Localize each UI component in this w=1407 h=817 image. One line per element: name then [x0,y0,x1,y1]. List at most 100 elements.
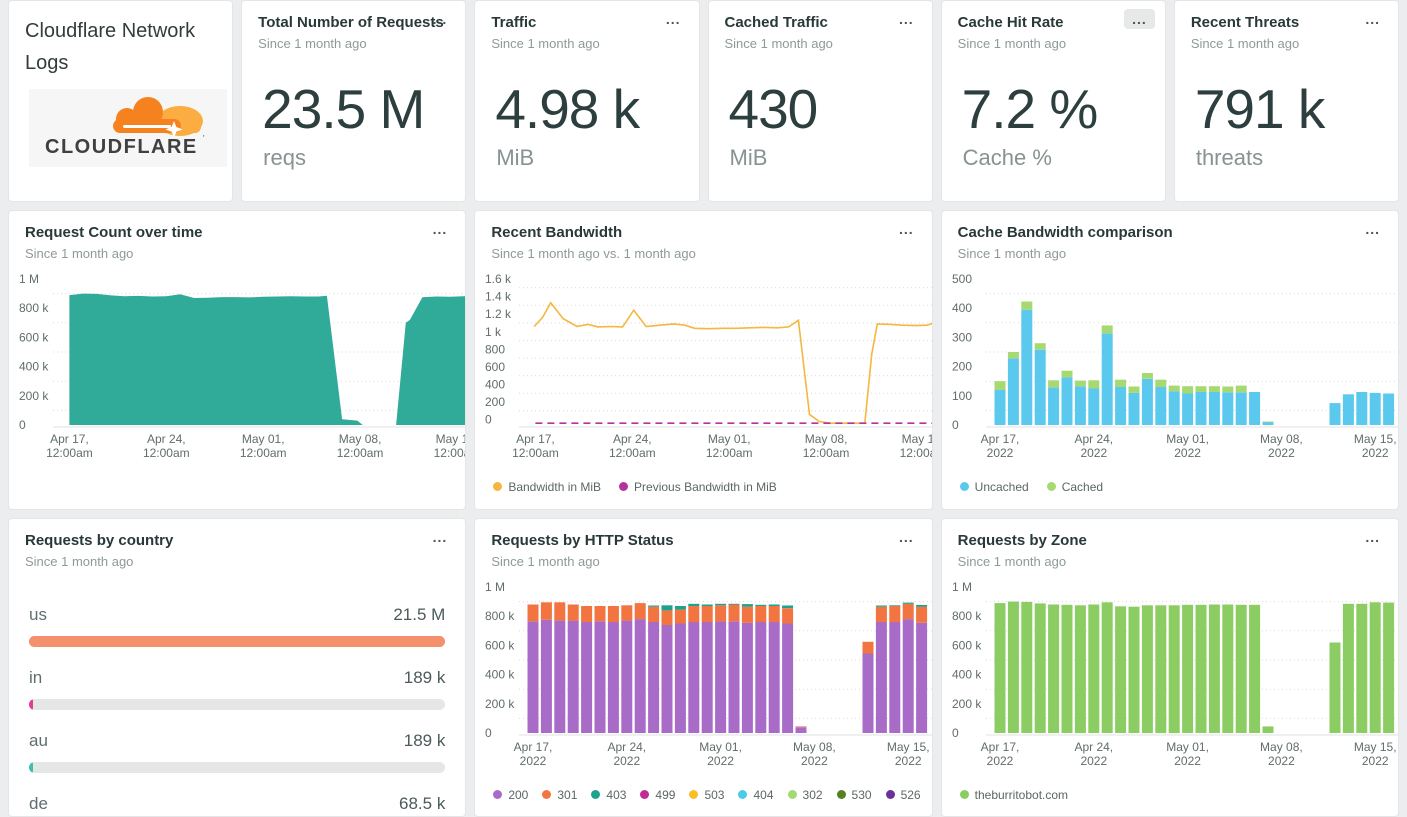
svg-text:May 15,12:00am: May 15,12:00am [900,432,933,460]
legend-item[interactable]: 503 [689,788,724,802]
legend-label: Bandwidth in MiB [508,479,602,494]
svg-text:1.4 k: 1.4 k [485,289,512,303]
bandwidth-chart[interactable]: 1.6 k 1.4 k 1.2 k 1 k 800 600 400 200 0 Apr 17, 12… [475,265,932,480]
legend-item[interactable]: 302 [787,788,823,802]
chart-panel-requests-by-zone: Requests by Zone Since 1 month ago ... 1… [940,518,1399,817]
country-row-in: in 189 k [29,668,446,710]
panel-menu-icon[interactable]: ... [1357,219,1388,239]
svg-text:600 k: 600 k [19,330,49,344]
legend-item[interactable]: 526 [885,787,921,802]
svg-text:': ' [203,134,205,143]
panel-menu-icon[interactable]: ... [658,9,689,29]
legend-item[interactable]: Cached [1046,480,1103,494]
country-bar[interactable] [29,635,446,647]
svg-text:500: 500 [952,272,972,286]
legend-item[interactable]: Bandwidth in MiB [493,480,601,494]
panel-subtitle: Since 1 month ago [1190,35,1300,51]
country-bar[interactable] [29,698,33,710]
stat-panel-traffic: Traffic Since 1 month ago ... 4.98 k MiB [474,0,700,202]
svg-text:200 k: 200 k [952,696,982,710]
legend-dot-icon [1046,482,1056,491]
country-bar-track [29,761,446,773]
chart-panel-bandwidth: Recent Bandwidth Since 1 month ago vs. 1… [474,210,933,510]
svg-text:600: 600 [485,359,505,373]
legend-label: Previous Bandwidth in MiB [634,479,777,494]
legend-label: theburritobot.com [974,787,1069,802]
panel-title: Cached Traffic [724,14,828,31]
panel-subtitle: Since 1 month ago [25,553,134,569]
svg-text:100: 100 [952,388,972,402]
panel-menu-icon[interactable]: ... [425,527,456,547]
panel-title: Request Count over time [25,224,203,241]
svg-text:1.6 k: 1.6 k [485,272,512,286]
legend-item[interactable]: 301 [542,788,577,802]
legend-label: 301 [557,787,578,802]
panel-title: Cache Bandwidth comparison [957,224,1173,241]
legend-item[interactable]: 530 [836,788,872,802]
legend-label: 200 [508,787,529,802]
country-bar[interactable] [29,761,33,773]
svg-text:May 08,12:00am: May 08, 12:00am [337,432,384,460]
cloudflare-wordmark: CLOUDFLARE [45,136,198,158]
legend-dot-icon [542,790,552,799]
country-label: de [29,793,48,813]
svg-text:800 k: 800 k [485,609,515,623]
country-row-au: au 189 k [29,731,446,773]
branding-panel: Cloudflare Network Logs CLOUDFLARE ' [8,0,234,202]
dashboard-title: Cloudflare Network Logs [25,20,196,74]
svg-text:May 08,2022: May 08, 2022 [793,740,836,768]
cache-bandwidth-chart[interactable]: 500 400 300 200 100 0 Apr 17, 2022 Apr 24, 2022 Ma… [942,265,1398,480]
panel-subtitle: Since 1 month ago [724,35,833,51]
panel-menu-icon[interactable]: ... [1357,9,1388,29]
legend-item[interactable]: Uncached [959,480,1029,494]
country-value: 21.5 M [393,604,446,624]
request-count-chart[interactable]: 1 M 800 k 600 k 400 k 200 k 0 Apr 17, 12:00am Ap… [9,265,466,480]
svg-text:May 01,2022: May 01, 2022 [1166,740,1209,768]
country-row-de: de 68.5 k [29,794,445,817]
legend-dot-icon [591,790,601,799]
stat-value: 23.5 M [262,77,425,140]
panel-menu-icon[interactable]: ... [425,9,456,29]
chart-panel-request-count: Request Count over time Since 1 month ag… [8,210,467,510]
http-status-chart[interactable]: 1 M 800 k 600 k 400 k 200 k 0 Apr 17, 2022 Apr 2… [475,573,932,788]
svg-text:1 k: 1 k [485,324,502,338]
legend-item[interactable]: 403 [591,788,626,802]
panel-title: Requests by HTTP Status [491,532,674,549]
panel-menu-icon[interactable]: ... [425,219,456,239]
country-bar-track [29,698,446,710]
svg-text:May 01,12:00am: May 01, 12:00am [706,432,753,460]
svg-text:May 08,2022: May 08, 2022 [1260,432,1303,460]
panel-menu-icon[interactable]: ... [1357,527,1388,547]
panel-menu-icon[interactable]: ... [891,219,922,239]
panel-menu-icon[interactable]: ... [1124,9,1155,29]
panel-menu-icon[interactable]: ... [891,9,922,29]
stat-value: 791 k [1194,77,1326,140]
svg-text:800 k: 800 k [952,609,982,623]
legend-dot-icon [640,790,650,799]
legend-item[interactable]: 404 [738,787,774,802]
country-bar-list: us 21.5 M in 189 k au 189 k de 68.5 k [9,569,465,817]
panel-title: Recent Bandwidth [491,224,623,241]
legend-item[interactable]: theburritobot.com [959,787,1069,802]
legend-item[interactable]: Previous Bandwidth in MiB [619,480,777,494]
legend-item[interactable]: 200 [493,788,528,802]
svg-text:Apr 17,2022: Apr 17, 2022 [980,740,1019,768]
zone-chart[interactable]: 1 M 800 k 600 k 400 k 200 k 0 Apr 17, 2022 Apr 2… [942,573,1398,788]
legend-label: 404 [753,787,774,802]
svg-text:Apr 17,12:00am: Apr 17, 12:00am [46,432,93,460]
panel-subtitle: Since 1 month ago vs. 1 month ago [491,245,696,261]
svg-text:0: 0 [485,412,492,426]
panel-subtitle: Since 1 month ago [491,553,600,569]
svg-text:Apr 24,2022: Apr 24, 2022 [1074,740,1113,768]
cloudflare-logo: CLOUDFLARE ' [29,89,227,167]
chart-panel-requests-by-country: Requests by country Since 1 month ago ..… [8,518,467,817]
legend-item[interactable]: 499 [640,788,675,802]
svg-text:200 k: 200 k [485,696,515,710]
panel-menu-icon[interactable]: ... [891,527,922,547]
svg-text:800: 800 [485,342,505,356]
panel-title: Cache Hit Rate [957,14,1064,31]
panel-title: Recent Threats [1190,14,1300,31]
svg-text:0: 0 [485,726,492,740]
legend-label: 526 [900,787,921,802]
stat-panel-recent-threats: Recent Threats Since 1 month ago ... 791… [1173,0,1399,202]
